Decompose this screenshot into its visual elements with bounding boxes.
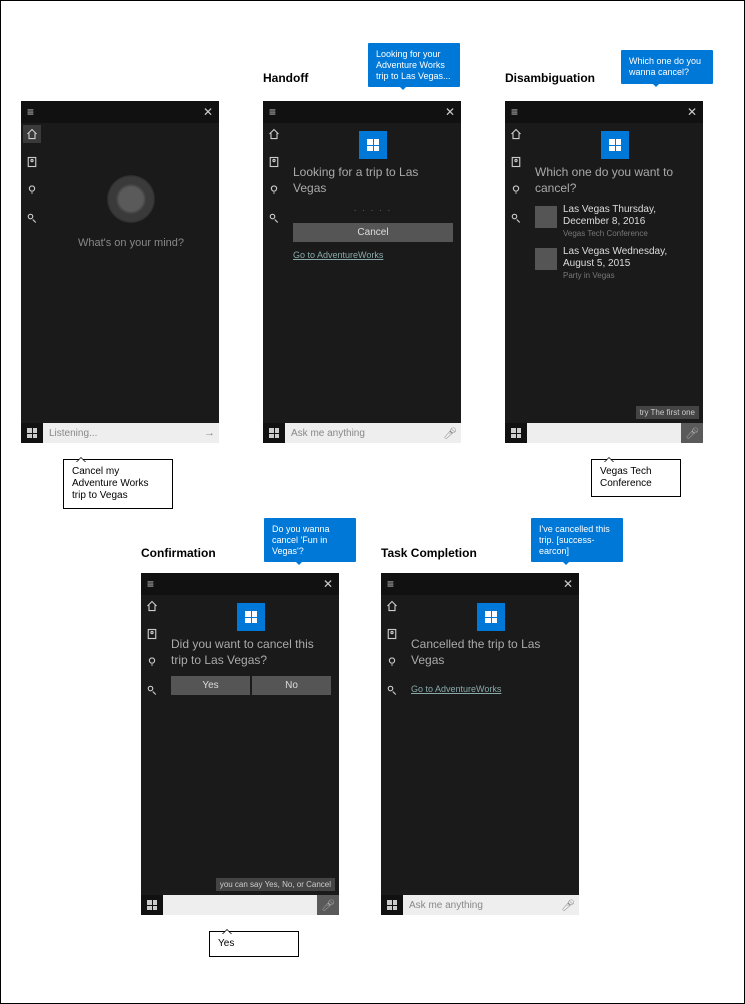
question-heading: Which one do you want to cancel?	[535, 165, 695, 196]
app-tile-icon	[601, 131, 629, 159]
question-heading: Did you want to cancel this trip to Las …	[171, 637, 331, 668]
bulb-icon[interactable]	[265, 181, 283, 199]
cortana-panel-disambiguation: ≡ ✕ Which one do you want to cancel? Las…	[505, 101, 703, 443]
search-input[interactable]: Listening... →	[43, 423, 219, 443]
feedback-icon[interactable]	[383, 681, 401, 699]
bulb-icon[interactable]	[23, 181, 41, 199]
yes-button[interactable]: Yes	[171, 676, 250, 695]
notebook-icon[interactable]	[143, 625, 161, 643]
cortana-panel-initial: ≡ ✕ What's on your mind? Listening... →	[21, 101, 219, 443]
hamburger-icon[interactable]: ≡	[147, 577, 154, 591]
home-icon[interactable]	[23, 125, 41, 143]
app-tile-icon	[359, 131, 387, 159]
hamburger-icon[interactable]: ≡	[387, 577, 394, 591]
arrow-right-icon[interactable]: →	[204, 427, 215, 439]
mic-icon[interactable]: 🎤︎	[561, 899, 575, 912]
app-tile-icon	[477, 603, 505, 631]
cortana-panel-confirmation: ≡ ✕ Did you want to cancel this trip to …	[141, 573, 339, 915]
mic-icon[interactable]: 🎤︎	[317, 895, 339, 915]
notebook-icon[interactable]	[265, 153, 283, 171]
list-item[interactable]: Las Vegas Wednesday, August 5, 2015 Part…	[535, 246, 695, 280]
start-button[interactable]	[505, 423, 527, 443]
hamburger-icon[interactable]: ≡	[27, 105, 34, 119]
mic-icon[interactable]: 🎤︎	[681, 423, 703, 443]
bulb-icon[interactable]	[383, 653, 401, 671]
progress-dots: . . . . .	[293, 204, 453, 213]
title-completion: Task Completion	[381, 546, 477, 560]
start-button[interactable]	[141, 895, 163, 915]
home-icon[interactable]	[383, 597, 401, 615]
speech-disambiguation: Which one do you wanna cancel?	[621, 50, 713, 84]
search-input[interactable]	[163, 895, 317, 915]
thumbnail-icon	[535, 206, 557, 228]
cortana-panel-handoff: ≡ ✕ Looking for a trip to Las Vegas . . …	[263, 101, 461, 443]
cortana-panel-completion: ≡ ✕ Cancelled the trip to Las Vegas Go t…	[381, 573, 579, 915]
notebook-icon[interactable]	[23, 153, 41, 171]
notebook-icon[interactable]	[507, 153, 525, 171]
sidebar	[263, 123, 285, 423]
close-icon[interactable]: ✕	[323, 577, 333, 591]
sidebar	[141, 595, 163, 895]
home-icon[interactable]	[507, 125, 525, 143]
sidebar	[505, 123, 527, 423]
speech-confirmation: Do you wanna cancel 'Fun in Vegas'?	[264, 518, 356, 562]
notebook-icon[interactable]	[383, 625, 401, 643]
title-confirmation: Confirmation	[141, 546, 216, 560]
close-icon[interactable]: ✕	[203, 105, 213, 119]
go-to-app-link[interactable]: Go to AdventureWorks	[411, 684, 501, 694]
no-button[interactable]: No	[252, 676, 331, 695]
sidebar	[21, 123, 43, 423]
thumbnail-icon	[535, 248, 557, 270]
callout-initial: Cancel my Adventure Works trip to Vegas	[63, 459, 173, 509]
list-item-subtitle: Party in Vegas	[563, 271, 695, 280]
cancel-button[interactable]: Cancel	[293, 223, 453, 242]
list-item-title: Las Vegas Wednesday, August 5, 2015	[563, 246, 695, 270]
hamburger-icon[interactable]: ≡	[269, 105, 276, 119]
list-item[interactable]: Las Vegas Thursday, December 8, 2016 Veg…	[535, 204, 695, 238]
app-tile-icon	[237, 603, 265, 631]
home-icon[interactable]	[265, 125, 283, 143]
hint-text: try The first one	[636, 406, 699, 419]
hamburger-icon[interactable]: ≡	[511, 105, 518, 119]
feedback-icon[interactable]	[23, 209, 41, 227]
cortana-ring-icon	[107, 175, 155, 223]
bulb-icon[interactable]	[507, 181, 525, 199]
bulb-icon[interactable]	[143, 653, 161, 671]
start-button[interactable]	[21, 423, 43, 443]
title-disambiguation: Disambiguation	[505, 71, 595, 85]
speech-completion: I've cancelled this trip. [success-earco…	[531, 518, 623, 562]
search-input[interactable]: Ask me anything 🎤︎	[403, 895, 579, 915]
start-button[interactable]	[381, 895, 403, 915]
callout-confirmation: Yes	[209, 931, 299, 957]
start-button[interactable]	[263, 423, 285, 443]
title-handoff: Handoff	[263, 71, 308, 85]
search-input[interactable]: Ask me anything 🎤︎	[285, 423, 461, 443]
home-icon[interactable]	[143, 597, 161, 615]
feedback-icon[interactable]	[143, 681, 161, 699]
list-item-title: Las Vegas Thursday, December 8, 2016	[563, 204, 695, 228]
sidebar	[381, 595, 403, 895]
status-heading: Cancelled the trip to Las Vegas	[411, 637, 571, 668]
search-input[interactable]	[527, 423, 681, 443]
hint-text: you can say Yes, No, or Cancel	[216, 878, 335, 891]
feedback-icon[interactable]	[265, 209, 283, 227]
close-icon[interactable]: ✕	[563, 577, 573, 591]
go-to-app-link[interactable]: Go to AdventureWorks	[293, 250, 383, 260]
prompt-text: What's on your mind?	[51, 237, 211, 249]
status-heading: Looking for a trip to Las Vegas	[293, 165, 453, 196]
speech-handoff: Looking for your Adventure Works trip to…	[368, 43, 460, 87]
feedback-icon[interactable]	[507, 209, 525, 227]
list-item-subtitle: Vegas Tech Conference	[563, 229, 695, 238]
mic-icon[interactable]: 🎤︎	[443, 427, 457, 440]
close-icon[interactable]: ✕	[687, 105, 697, 119]
close-icon[interactable]: ✕	[445, 105, 455, 119]
callout-disambiguation: Vegas Tech Conference	[591, 459, 681, 497]
